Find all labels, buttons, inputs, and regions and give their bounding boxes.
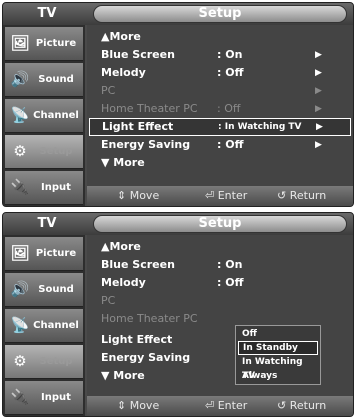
sidebar: 🖼 Picture 🔊 Sound 📡 Channel ⚙ Setup 🔌 In… bbox=[3, 25, 85, 206]
sidebar-item-setup[interactable]: ⚙ Setup bbox=[5, 135, 83, 169]
dropdown-option-always[interactable]: Always bbox=[238, 369, 318, 383]
bottom-nav-bar: ⇕ Move ⏎ Enter ↺ Return bbox=[87, 396, 353, 416]
row-label: Energy Saving bbox=[101, 351, 191, 364]
sidebar-item-channel[interactable]: 📡 Channel bbox=[5, 99, 83, 133]
dropdown-option-off[interactable]: Off bbox=[238, 327, 318, 341]
setup-menu-panel: TV Setup 🖼 Picture 🔊 Sound 📡 Channel ⚙ S… bbox=[2, 2, 354, 207]
row-label: ▼ More bbox=[101, 156, 145, 169]
sidebar-item-label: Picture bbox=[35, 38, 77, 49]
row-value: : Off bbox=[217, 138, 244, 151]
setup-icon: ⚙ bbox=[13, 142, 27, 160]
arrow-right-icon: ▶ bbox=[315, 140, 322, 150]
move-hint: ⇕ Move bbox=[117, 189, 160, 202]
sidebar-item-sound[interactable]: 🔊 Sound bbox=[5, 63, 83, 97]
row-label: Home Theater PC bbox=[101, 312, 198, 325]
row-value: : In Watching TV bbox=[218, 122, 302, 132]
tv-title: TV bbox=[37, 6, 57, 21]
input-icon: 🔌 bbox=[10, 178, 30, 196]
menu-row-more-down[interactable]: ▼ More bbox=[89, 154, 351, 172]
sidebar-item-input[interactable]: 🔌 Input bbox=[5, 171, 83, 205]
row-value: : Off bbox=[217, 276, 244, 289]
sidebar: 🖼 Picture 🔊 Sound 📡 Channel ⚙ Setup 🔌 In… bbox=[3, 235, 85, 416]
sidebar-item-picture[interactable]: 🖼 Picture bbox=[5, 27, 83, 61]
arrow-right-icon: ▶ bbox=[315, 86, 322, 96]
row-value: : Off bbox=[217, 102, 241, 115]
sidebar-item-picture[interactable]: 🖼 Picture bbox=[5, 237, 83, 271]
dropdown-option-in-standby[interactable]: In Standby bbox=[238, 341, 318, 355]
enter-hint: ⏎ Enter bbox=[205, 189, 248, 202]
row-label: Blue Screen bbox=[101, 48, 175, 61]
channel-icon: 📡 bbox=[10, 106, 30, 124]
sidebar-item-label: Channel bbox=[33, 110, 79, 121]
arrow-right-icon: ▶ bbox=[315, 104, 322, 114]
return-hint: ↺ Return bbox=[277, 189, 327, 202]
tv-title: TV bbox=[37, 216, 57, 231]
row-label: Light Effect bbox=[101, 333, 173, 346]
return-hint: ↺ Return bbox=[277, 399, 327, 412]
menu-row-melody[interactable]: Melody : Off bbox=[89, 274, 351, 292]
row-label: Melody bbox=[101, 66, 146, 79]
sidebar-item-label: Input bbox=[41, 392, 71, 403]
dropdown-option-in-watching-tv[interactable]: In Watching TV bbox=[238, 355, 318, 381]
input-icon: 🔌 bbox=[10, 388, 30, 406]
picture-icon: 🖼 bbox=[10, 244, 30, 262]
row-label: ▲More bbox=[101, 30, 141, 43]
enter-hint: ⏎ Enter bbox=[205, 399, 248, 412]
sidebar-item-label: Setup bbox=[39, 356, 73, 367]
row-label: Melody bbox=[101, 276, 146, 289]
menu-row-home-theater-pc: Home Theater PC : Off ▶ bbox=[89, 100, 351, 118]
menu-row-pc: PC bbox=[89, 292, 351, 310]
row-value: : Off bbox=[217, 66, 244, 79]
setup-menu-panel-dropdown: TV Setup 🖼 Picture 🔊 Sound 📡 Channel ⚙ S… bbox=[2, 212, 354, 417]
sidebar-item-label: Setup bbox=[39, 146, 73, 157]
sidebar-item-setup[interactable]: ⚙ Setup bbox=[5, 345, 83, 379]
row-value: : On bbox=[217, 48, 243, 61]
sidebar-item-label: Sound bbox=[38, 74, 74, 85]
move-hint: ⇕ Move bbox=[117, 399, 160, 412]
sidebar-item-label: Input bbox=[41, 182, 71, 193]
channel-icon: 📡 bbox=[10, 316, 30, 334]
menu-row-more-up[interactable]: ▲More bbox=[89, 28, 351, 46]
sidebar-item-channel[interactable]: 📡 Channel bbox=[5, 309, 83, 343]
menu-row-pc: PC ▶ bbox=[89, 82, 351, 100]
row-label: Light Effect bbox=[102, 120, 174, 133]
row-label: Home Theater PC bbox=[101, 102, 198, 115]
arrow-right-icon: ▶ bbox=[316, 122, 323, 132]
bottom-nav-bar: ⇕ Move ⏎ Enter ↺ Return bbox=[87, 186, 353, 206]
row-value: : On bbox=[217, 258, 243, 271]
picture-icon: 🖼 bbox=[10, 34, 30, 52]
arrow-right-icon: ▶ bbox=[315, 68, 322, 78]
menu-row-more-up[interactable]: ▲More bbox=[89, 238, 351, 256]
row-label: Blue Screen bbox=[101, 258, 175, 271]
light-effect-dropdown[interactable]: Off In Standby In Watching TV Always bbox=[235, 325, 321, 385]
sidebar-item-input[interactable]: 🔌 Input bbox=[5, 381, 83, 415]
sound-icon: 🔊 bbox=[10, 280, 30, 298]
sidebar-item-label: Picture bbox=[35, 248, 77, 259]
sidebar-item-sound[interactable]: 🔊 Sound bbox=[5, 273, 83, 307]
menu-row-melody[interactable]: Melody : Off ▶ bbox=[89, 64, 351, 82]
arrow-right-icon: ▶ bbox=[315, 50, 322, 60]
menu-row-energy-saving[interactable]: Energy Saving : Off ▶ bbox=[89, 136, 351, 154]
row-label: ▼ More bbox=[101, 369, 145, 382]
menu-row-blue-screen[interactable]: Blue Screen : On ▶ bbox=[89, 46, 351, 64]
row-label: PC bbox=[101, 294, 116, 307]
menu-row-blue-screen[interactable]: Blue Screen : On bbox=[89, 256, 351, 274]
menu-row-light-effect[interactable]: Light Effect : In Watching TV ▶ bbox=[89, 118, 351, 136]
row-label: Energy Saving bbox=[101, 138, 191, 151]
sidebar-item-label: Sound bbox=[38, 284, 74, 295]
sidebar-item-label: Channel bbox=[33, 320, 79, 331]
menu-title: Setup bbox=[93, 5, 347, 23]
menu-title: Setup bbox=[93, 215, 347, 233]
row-label: ▲More bbox=[101, 240, 141, 253]
setup-icon: ⚙ bbox=[13, 352, 27, 370]
row-label: PC bbox=[101, 84, 116, 97]
menu-list: ▲More Blue Screen : On ▶ Melody : Off ▶ … bbox=[87, 25, 353, 186]
sound-icon: 🔊 bbox=[10, 70, 30, 88]
